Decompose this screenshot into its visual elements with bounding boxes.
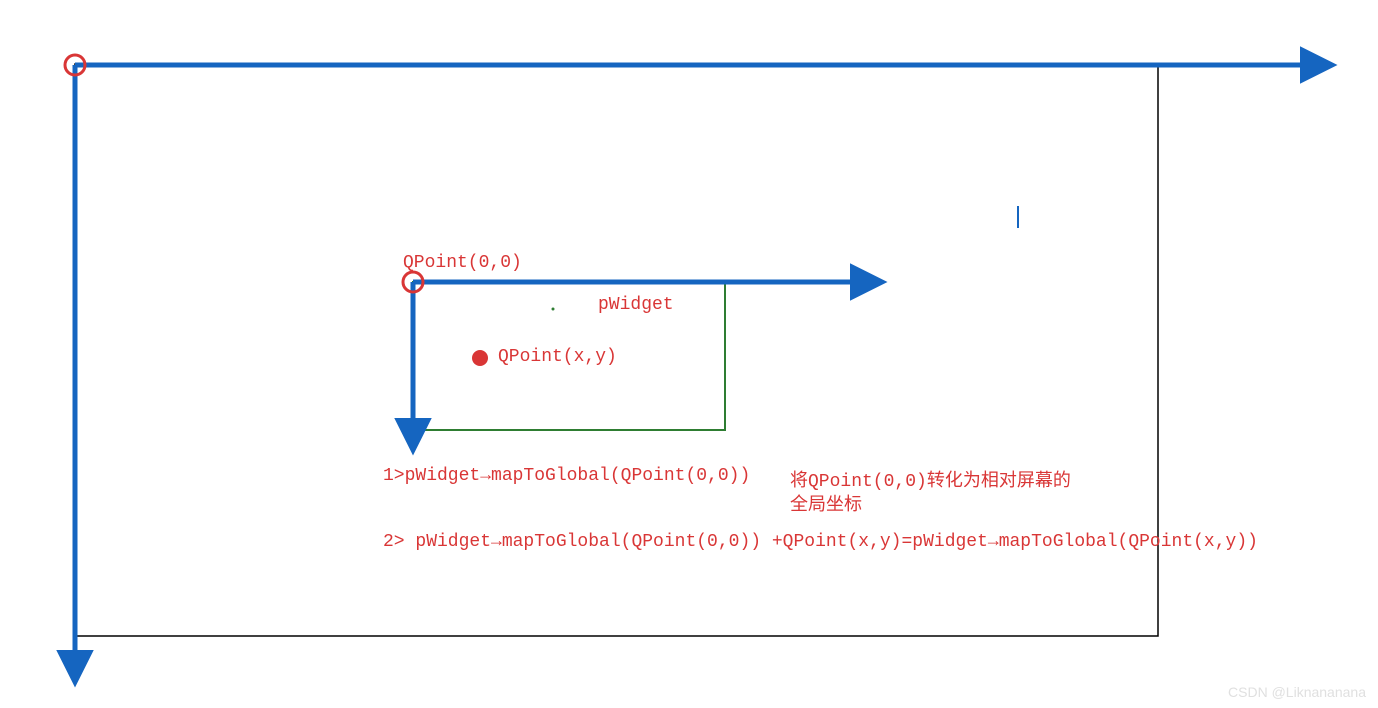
note-1a: 1>pWidget→mapToGlobal(QPoint(0,0)) xyxy=(383,466,750,486)
text-caret xyxy=(1017,206,1019,228)
point-xy-label: QPoint(x,y) xyxy=(498,347,617,367)
note-1b: 将QPoint(0,0)转化为相对屏幕的 xyxy=(790,466,1071,492)
point-xy-dot xyxy=(472,350,488,366)
watermark: CSDN @Liknananana xyxy=(1228,684,1366,700)
note-1c: 全局坐标 xyxy=(790,490,862,516)
widget-label: pWidget xyxy=(598,295,674,315)
stray-dot xyxy=(552,308,555,311)
diagram-canvas xyxy=(0,0,1378,708)
inner-origin-label: QPoint(0,0) xyxy=(403,253,522,273)
note-2: 2> pWidget→mapToGlobal(QPoint(0,0)) +QPo… xyxy=(383,532,1258,552)
